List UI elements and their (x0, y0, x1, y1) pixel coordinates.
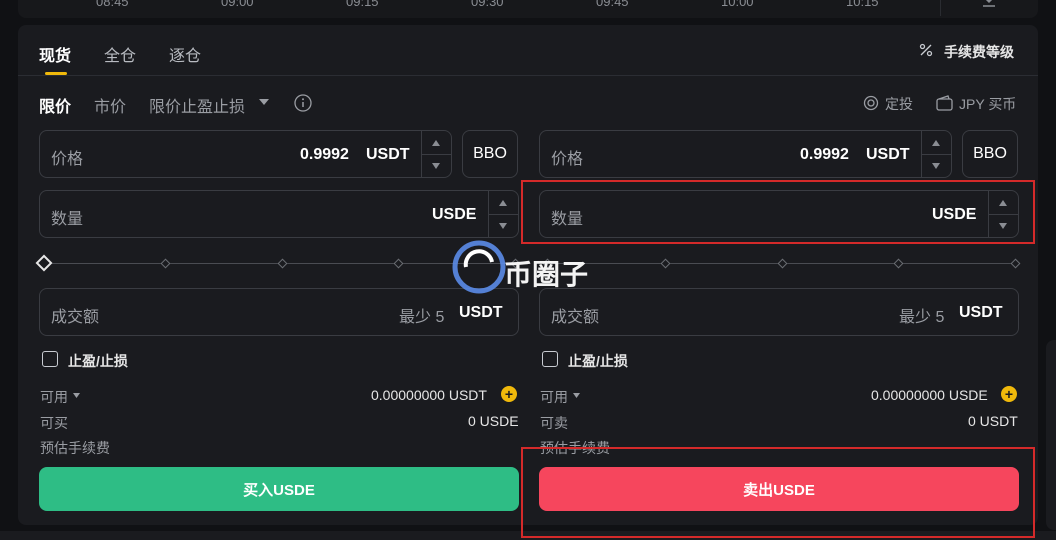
time-label: 08:45 (96, 0, 129, 9)
wallet-icon (936, 95, 953, 111)
tab-spot[interactable]: 现货 (39, 42, 71, 66)
sell-bbo-button[interactable]: BBO (962, 130, 1018, 178)
buy-button[interactable]: 买入USDE (39, 467, 519, 511)
buy-available-value: 0.00000000 USDT (371, 387, 487, 403)
watermark-logo (452, 240, 506, 294)
order-type-limit[interactable]: 限价 (39, 93, 71, 117)
buy-fee-label: 预估手续费 (40, 440, 110, 456)
divider (18, 75, 1038, 76)
sell-available-value: 0.00000000 USDE (871, 387, 988, 403)
watermark-text: 币圈子 (504, 259, 589, 290)
buy-amount-unit: USDT (459, 304, 503, 321)
sell-can-sell-label: 可卖 (540, 415, 568, 431)
sell-amount-min: 最少 5 (899, 309, 945, 326)
increment-icon (932, 140, 940, 146)
side-panel (1046, 340, 1056, 530)
decrement-icon (432, 163, 440, 169)
chart-time-axis (18, 0, 1038, 18)
decrement-icon (932, 163, 940, 169)
tab-isolated[interactable]: 逐仓 (169, 42, 201, 66)
jpy-buy-link[interactable]: JPY 买币 (959, 94, 1016, 114)
sell-amount-label: 成交额 (551, 309, 600, 326)
sell-tpsl-label[interactable]: 止盈/止损 (568, 351, 628, 371)
buy-can-buy-value: 0 USDE (468, 413, 519, 429)
time-label: 10:00 (721, 0, 754, 9)
tab-cross[interactable]: 全仓 (104, 42, 136, 66)
buy-amount-field[interactable] (39, 288, 519, 336)
order-type-tpsl[interactable]: 限价止盈止损 (149, 93, 245, 117)
sell-available-label[interactable]: 可用 (540, 387, 568, 407)
highlight-box (521, 447, 1035, 538)
time-label: 09:00 (221, 0, 254, 9)
sell-tpsl-checkbox[interactable] (542, 351, 558, 367)
buy-can-buy-label: 可买 (40, 415, 68, 431)
sell-can-sell-value: 0 USDT (968, 413, 1018, 429)
sell-amount-unit: USDT (959, 304, 1003, 321)
buy-qty-unit: USDE (432, 206, 477, 223)
caret-down-icon[interactable] (573, 393, 580, 398)
caret-down-icon[interactable] (259, 99, 269, 105)
sell-price-unit: USDT (866, 146, 910, 163)
buy-qty-label: 数量 (51, 211, 84, 228)
buy-tpsl-label[interactable]: 止盈/止损 (68, 351, 128, 371)
percent-icon (919, 43, 933, 57)
fee-level-link[interactable]: 手续费等级 (944, 42, 1014, 62)
info-icon[interactable] (294, 94, 312, 112)
deposit-plus-icon[interactable]: + (1001, 386, 1017, 402)
sell-price-input[interactable]: 0.9992 (800, 146, 849, 164)
sell-price-stepper[interactable] (921, 131, 951, 177)
deposit-plus-icon[interactable]: + (501, 386, 517, 402)
time-label: 09:30 (471, 0, 504, 9)
time-label: 09:15 (346, 0, 379, 9)
buy-available-label[interactable]: 可用 (40, 387, 68, 407)
sell-amount-field[interactable] (539, 288, 1019, 336)
buy-price-unit: USDT (366, 146, 410, 163)
buy-price-label: 价格 (51, 151, 84, 168)
download-icon[interactable] (982, 0, 996, 8)
increment-icon (432, 140, 440, 146)
fixed-invest-link[interactable]: 定投 (885, 94, 913, 114)
time-label: 09:45 (596, 0, 629, 9)
highlight-box (521, 180, 1035, 244)
buy-price-stepper[interactable] (421, 131, 451, 177)
sell-price-label: 价格 (551, 151, 584, 168)
caret-down-icon[interactable] (73, 393, 80, 398)
buy-bbo-button[interactable]: BBO (462, 130, 518, 178)
buy-amount-min: 最少 5 (399, 309, 445, 326)
buy-tpsl-checkbox[interactable] (42, 351, 58, 367)
time-label: 10:15 (846, 0, 879, 9)
buy-price-input[interactable]: 0.9992 (300, 146, 349, 164)
target-icon (863, 95, 879, 111)
increment-icon (499, 200, 507, 206)
order-type-market[interactable]: 市价 (94, 93, 126, 117)
divider (940, 0, 941, 16)
buy-amount-label: 成交额 (51, 309, 100, 326)
decrement-icon (499, 223, 507, 229)
buy-qty-stepper[interactable] (488, 191, 518, 237)
